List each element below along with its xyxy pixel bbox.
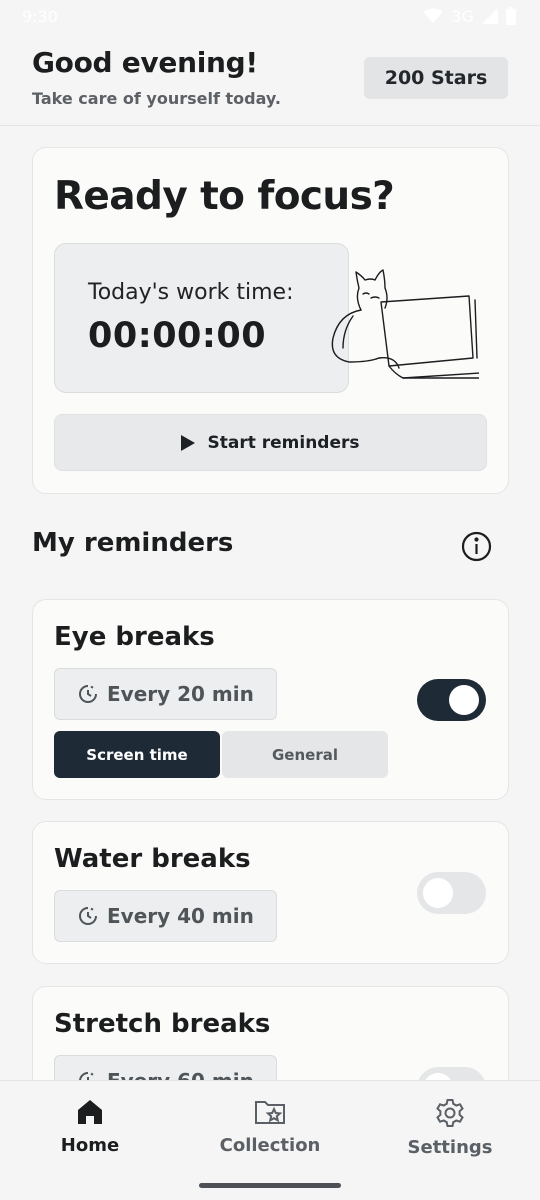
reminder-title: Water breaks [54,844,251,874]
mode-general[interactable]: General [222,731,388,778]
folder-star-icon [255,1101,285,1124]
focus-title: Ready to focus? [54,174,395,219]
gesture-home-indicator[interactable] [199,1183,341,1188]
interval-chip[interactable]: Every 20 min [54,668,277,720]
interval-chip[interactable]: Every 40 min [54,890,277,942]
start-reminders-button[interactable]: Start reminders [54,414,487,471]
home-icon [78,1100,102,1124]
greeting-subtitle: Take care of yourself today. [32,89,281,108]
stars-badge[interactable]: 200 Stars [364,57,508,99]
work-time-label: Today's work time: [88,280,294,305]
status-time: 9:30 [22,6,58,26]
header: Good evening! Take care of yourself toda… [0,32,540,126]
nav-collection[interactable]: Collection [180,1081,360,1177]
info-icon[interactable] [461,531,492,562]
nav-settings[interactable]: Settings [360,1081,540,1177]
status-icons: 3G [423,7,516,26]
work-time-value: 00:00:00 [88,316,267,356]
clock-icon [79,907,97,925]
reminder-title: Stretch breaks [54,1009,271,1039]
interval-label: Every 40 min [107,904,254,928]
water-breaks-toggle[interactable] [417,872,486,914]
reminder-card-water-breaks: Water breaks Every 40 min [32,821,509,964]
eye-breaks-toggle[interactable] [417,679,486,721]
nav-settings-label: Settings [407,1137,493,1158]
network-type: 3G [451,6,474,26]
clock-icon [79,685,97,703]
wifi-icon [423,8,444,23]
focus-card: Ready to focus? Today's work time: 00:00… [32,147,509,494]
cat-laptop-illustration [331,269,479,379]
start-reminders-label: Start reminders [207,432,360,453]
reminder-card-eye-breaks: Eye breaks Every 20 min Screen time Gene… [32,599,509,800]
signal-icon [482,8,498,24]
my-reminders-heading: My reminders [32,528,234,558]
status-bar: 9:30 3G [0,0,540,32]
play-icon [181,434,196,451]
reminder-title: Eye breaks [54,622,215,652]
nav-home-label: Home [60,1135,120,1156]
battery-icon [506,7,516,25]
nav-home[interactable]: Home [0,1081,180,1177]
bottom-nav: Home Collection Settings [0,1080,540,1200]
nav-collection-label: Collection [219,1135,321,1156]
mode-screen-time[interactable]: Screen time [54,731,220,778]
interval-label: Every 20 min [107,682,254,706]
gear-icon [436,1099,464,1127]
greeting-title: Good evening! [32,46,258,79]
